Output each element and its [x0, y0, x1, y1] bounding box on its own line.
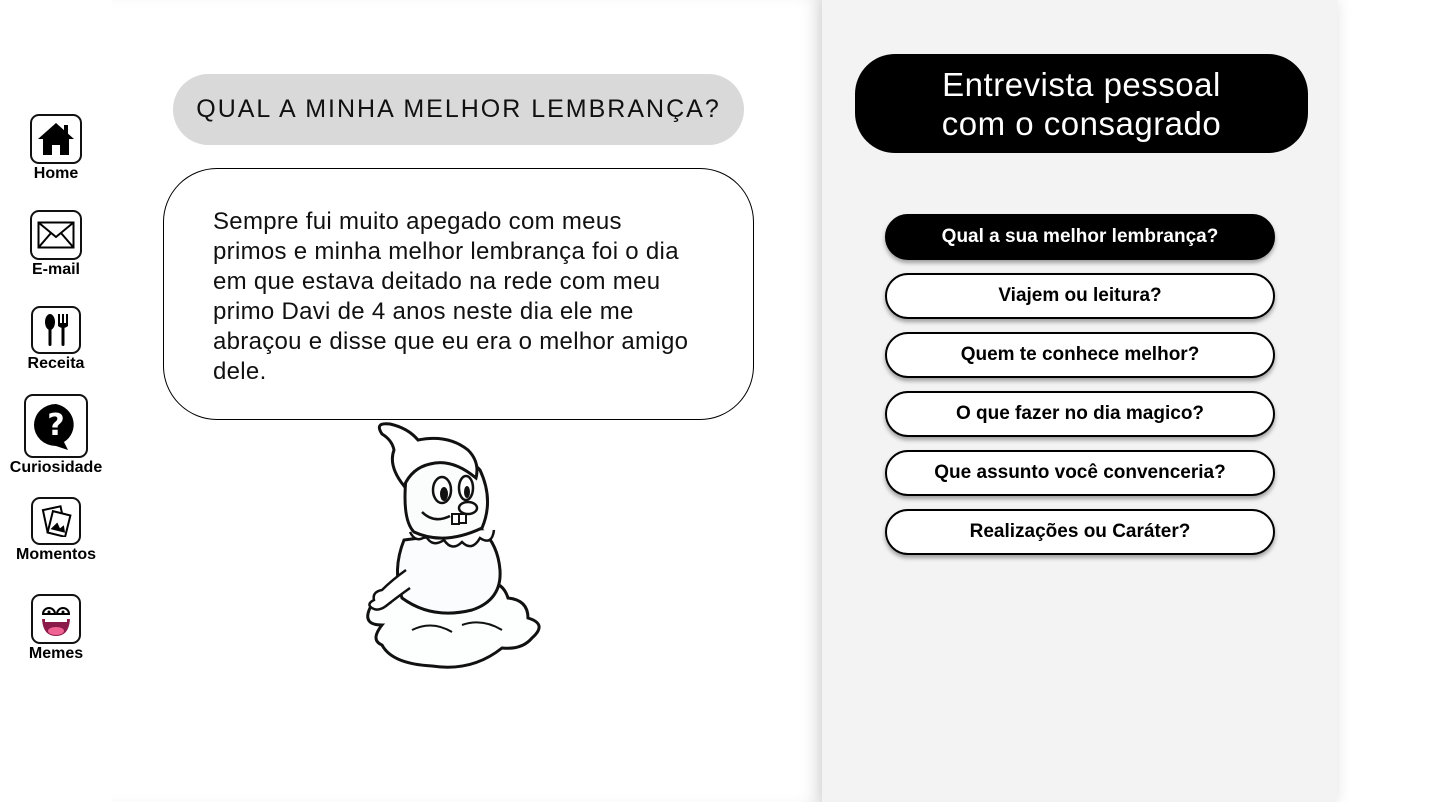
sidebar-item-label: Home [33, 165, 79, 182]
panel-title: Entrevista pessoal com o consagrado [855, 54, 1308, 153]
photos-icon [31, 497, 81, 545]
sidebar-item-home[interactable]: Home [0, 114, 112, 183]
sidebar-item-email[interactable]: E-mail [0, 210, 112, 279]
sidebar-item-label: Memes [28, 645, 84, 662]
question-title: QUAL A MINHA MELHOR LEMBRANÇA? [173, 74, 744, 145]
answer-text: Sempre fui muito apegado com meus primos… [213, 208, 689, 385]
sidebar-item-label: E-mail [31, 261, 80, 278]
panel-title-line-2: com o consagrado [941, 104, 1222, 142]
sidebar-item-label: Momentos [16, 546, 96, 563]
envelope-icon [30, 210, 82, 260]
question-button-assunto[interactable]: Que assunto você convenceria? [885, 450, 1275, 496]
question-button-realizacoes[interactable]: Realizações ou Caráter? [885, 509, 1275, 555]
panel-title-line-1: Entrevista pessoal [942, 65, 1221, 103]
interview-panel: Entrevista pessoal com o consagrado Qual… [822, 0, 1337, 802]
sidebar-item-label: Curiosidade [9, 459, 103, 476]
answer-bubble: Sempre fui muito apegado com meus primos… [163, 168, 754, 420]
mascot-illustration [366, 422, 541, 669]
home-icon [30, 114, 82, 164]
question-button-dia-magico[interactable]: O que fazer no dia magico? [885, 391, 1275, 437]
question-button-melhor-lembranca[interactable]: Qual a sua melhor lembrança? [885, 214, 1275, 260]
question-list: Qual a sua melhor lembrança? Viajem ou l… [885, 214, 1275, 568]
sidebar: Home E-mail Receita ? Curiosidade Moment… [0, 0, 112, 802]
sidebar-item-momentos[interactable]: Momentos [0, 497, 112, 564]
laughing-face-icon [31, 594, 81, 644]
svg-text:?: ? [47, 408, 64, 443]
sidebar-item-receita[interactable]: Receita [0, 306, 112, 373]
question-bubble-icon: ? [24, 394, 88, 458]
sidebar-item-curiosidade[interactable]: ? Curiosidade [0, 394, 112, 477]
sidebar-item-memes[interactable]: Memes [0, 594, 112, 663]
sidebar-item-label: Receita [27, 355, 85, 372]
question-button-viajem-leitura[interactable]: Viajem ou leitura? [885, 273, 1275, 319]
main-content: QUAL A MINHA MELHOR LEMBRANÇA? Sempre fu… [112, 0, 822, 802]
utensils-icon [31, 306, 81, 354]
question-button-quem-conhece[interactable]: Quem te conhece melhor? [885, 332, 1275, 378]
